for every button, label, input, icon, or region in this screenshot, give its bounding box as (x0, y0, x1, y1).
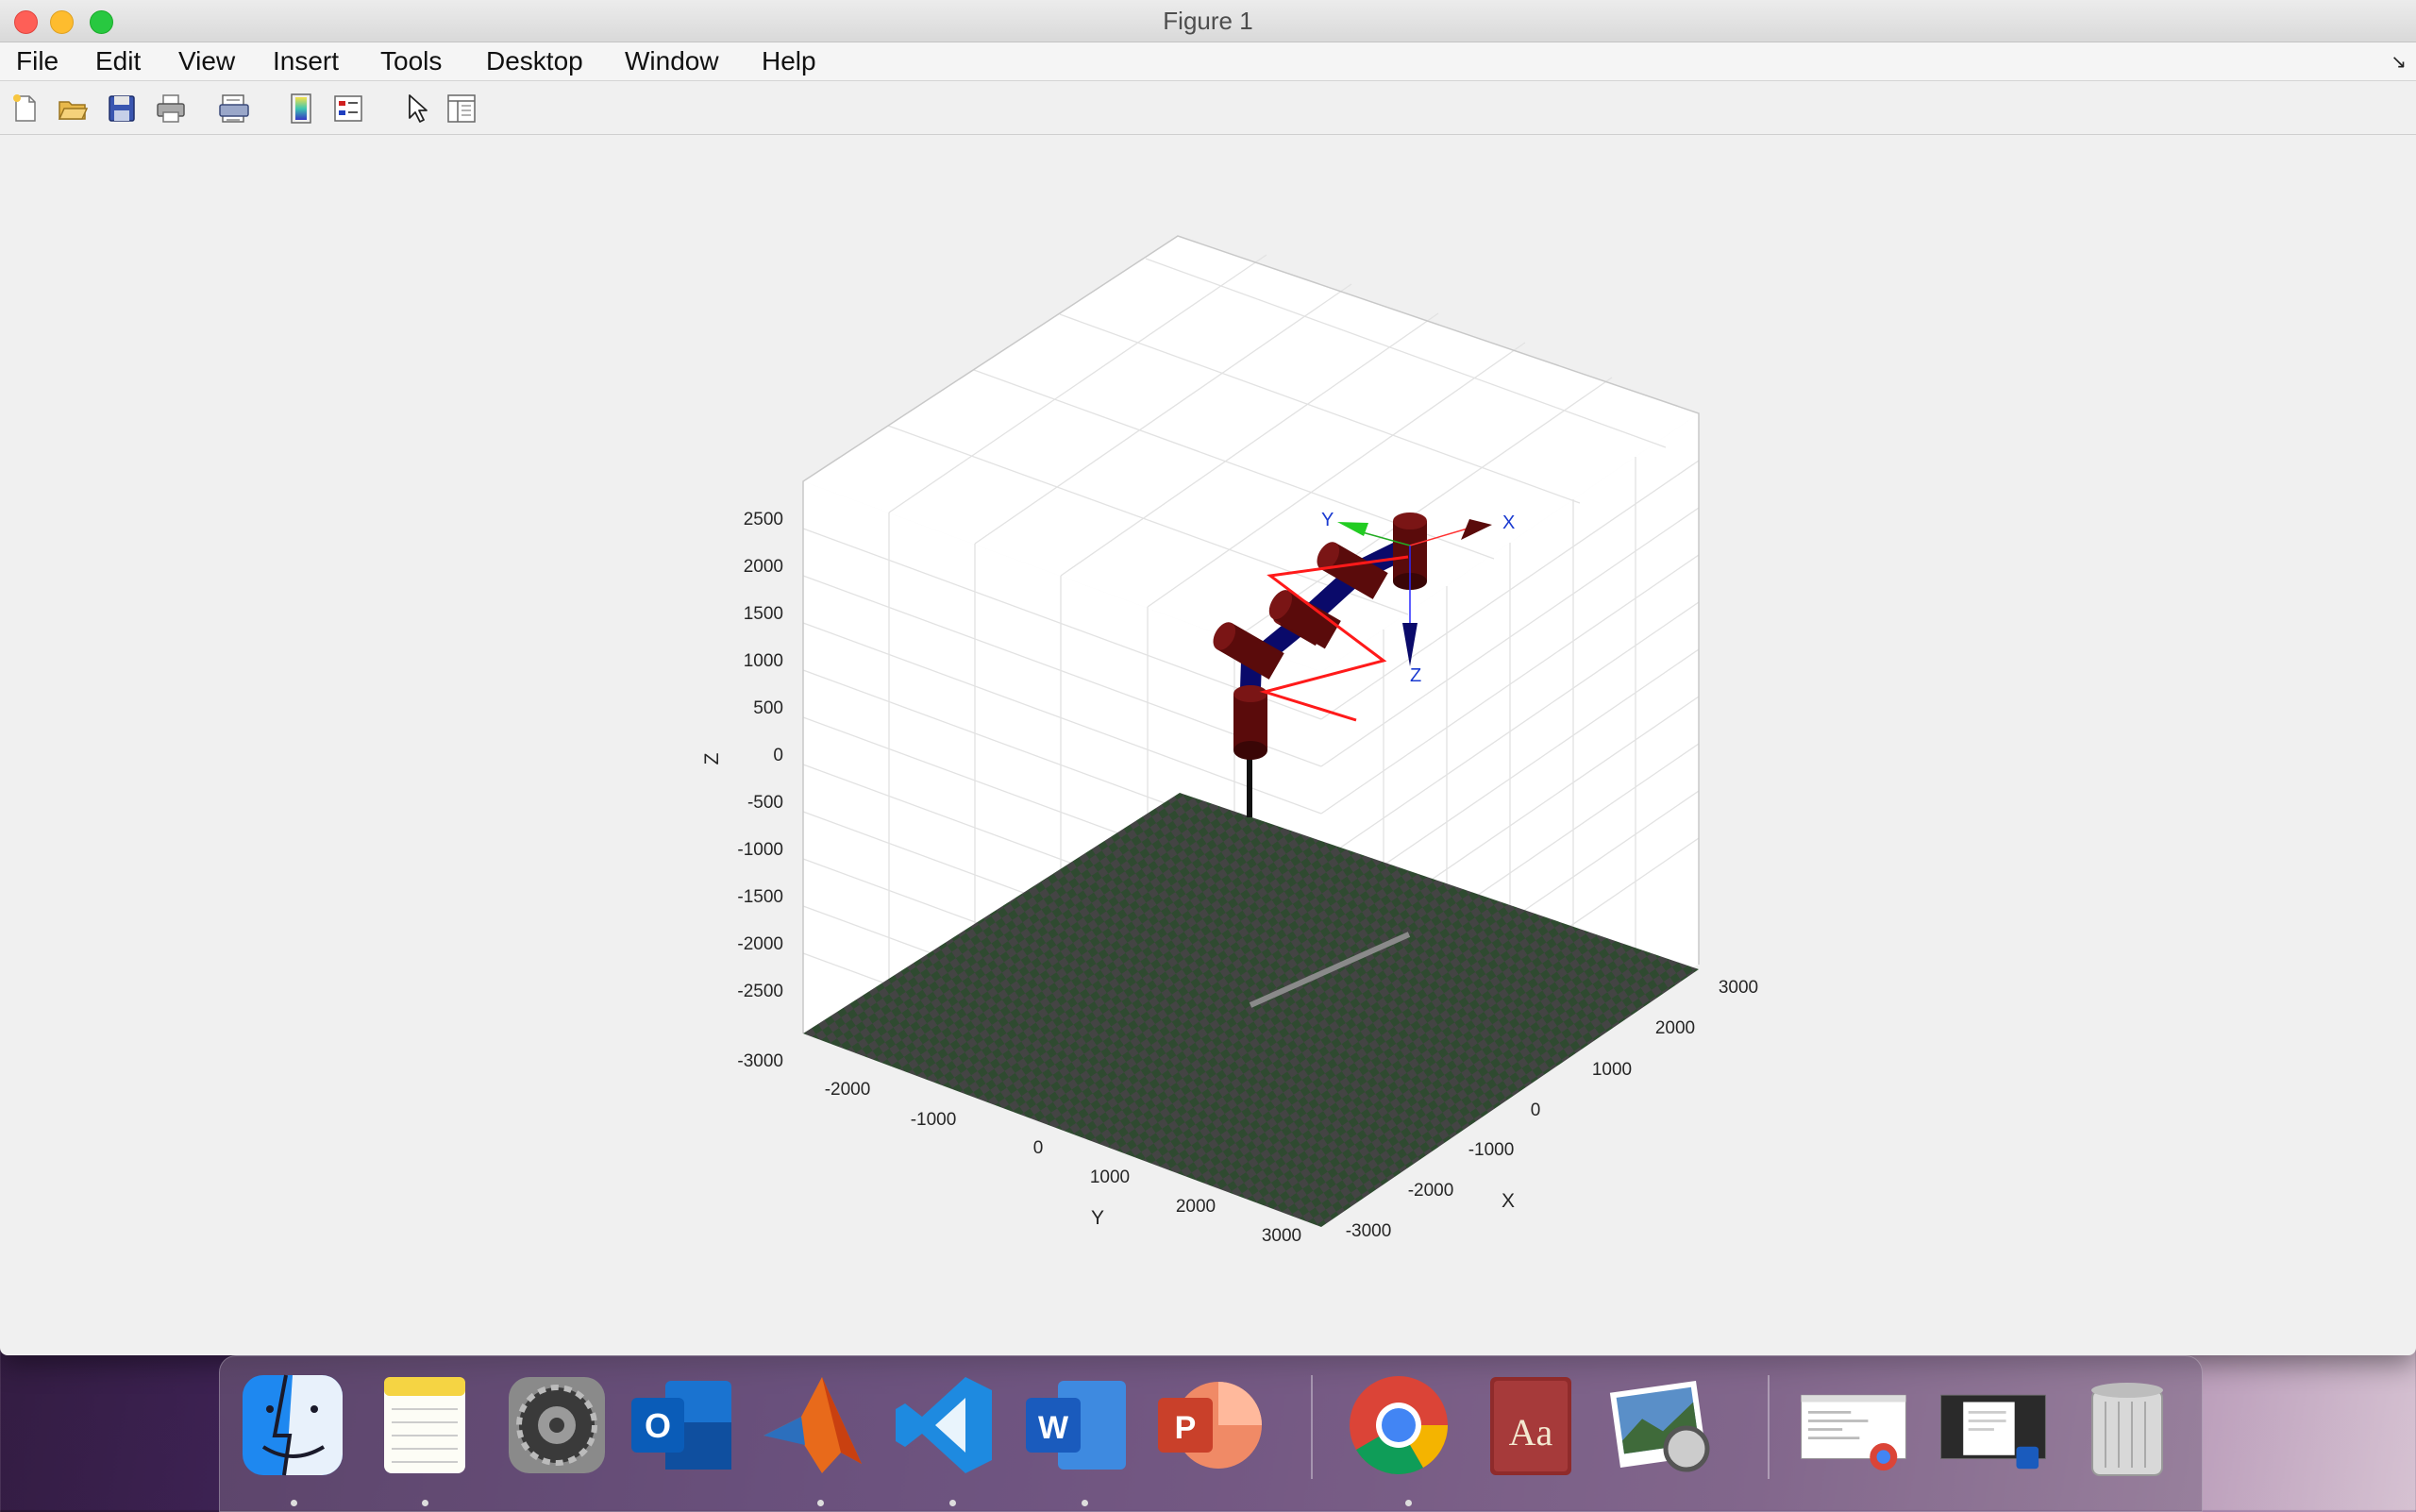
y-tick: 3000 (1262, 1226, 1301, 1246)
chrome-window-thumbnail[interactable] (1798, 1369, 1909, 1481)
y-tick: -1000 (911, 1110, 957, 1130)
word-icon[interactable]: W (1020, 1369, 1132, 1481)
dictionary-icon[interactable]: Aa (1475, 1369, 1586, 1481)
robot-base-post (1247, 755, 1252, 817)
x-tick: -2000 (1408, 1181, 1454, 1201)
joint-1 (1233, 685, 1267, 760)
y-tick: 1000 (1090, 1168, 1130, 1187)
running-indicator (1405, 1500, 1412, 1506)
y-tick: 2000 (1176, 1197, 1216, 1217)
frame-z-label: Z (1410, 665, 1421, 686)
running-indicator (817, 1500, 824, 1506)
z-axis-ticks: 2500 2000 1500 1000 500 0 -500 -1000 -15… (737, 510, 783, 1071)
macos-dock: O W P Aa (219, 1355, 2203, 1512)
x-tick: 2000 (1655, 1018, 1695, 1038)
frame-x-label: X (1502, 512, 1515, 533)
y-tick: -2000 (825, 1080, 871, 1100)
system-preferences-icon[interactable] (501, 1369, 612, 1481)
z-tick: 500 (753, 698, 783, 718)
robot-3d-plot[interactable]: 2500 2000 1500 1000 500 0 -500 -1000 -15… (0, 0, 2416, 1355)
z-axis-label: Z (701, 752, 723, 764)
z-tick: 0 (773, 746, 783, 765)
running-indicator (422, 1500, 428, 1506)
z-tick: 1000 (744, 651, 783, 671)
y-tick: 0 (1033, 1138, 1044, 1158)
running-indicator (949, 1500, 956, 1506)
vscode-icon[interactable] (888, 1369, 999, 1481)
x-tick: 0 (1531, 1100, 1541, 1120)
preview-icon[interactable] (1605, 1369, 1717, 1481)
x-axis-label: X (1502, 1190, 1515, 1212)
frame-y-label: Y (1321, 510, 1334, 530)
x-tick: -3000 (1346, 1221, 1392, 1241)
z-tick: -2500 (737, 982, 783, 1001)
powerpoint-icon[interactable]: P (1152, 1369, 1264, 1481)
z-tick: 1500 (744, 604, 783, 624)
svg-text:P: P (1175, 1410, 1197, 1446)
z-tick: 2000 (744, 557, 783, 577)
running-indicator (291, 1500, 297, 1506)
notes-icon[interactable] (369, 1369, 480, 1481)
chrome-icon[interactable] (1343, 1369, 1454, 1481)
word-window-thumbnail[interactable] (1938, 1369, 2049, 1481)
z-tick: -500 (747, 793, 783, 813)
z-tick: -3000 (737, 1051, 783, 1071)
x-tick: -1000 (1468, 1140, 1515, 1160)
z-tick: 2500 (744, 510, 783, 529)
svg-text:W: W (1038, 1410, 1069, 1446)
z-tick: -2000 (737, 934, 783, 954)
matlab-icon[interactable] (756, 1369, 867, 1481)
trash-icon[interactable] (2072, 1369, 2183, 1481)
dock-separator (1768, 1375, 1770, 1479)
dock-separator (1311, 1375, 1313, 1479)
x-tick: 3000 (1719, 978, 1758, 998)
svg-text:O: O (645, 1406, 671, 1445)
svg-text:Aa: Aa (1509, 1411, 1553, 1453)
running-indicator (1082, 1500, 1088, 1506)
finder-icon[interactable] (237, 1369, 348, 1481)
figure-window: Figure 1 File Edit View Insert Tools Des… (0, 0, 2416, 1355)
outlook-icon[interactable]: O (626, 1369, 737, 1481)
z-tick: -1000 (737, 840, 783, 860)
y-axis-label: Y (1091, 1207, 1104, 1229)
z-tick: -1500 (737, 887, 783, 907)
x-tick: 1000 (1592, 1060, 1632, 1080)
